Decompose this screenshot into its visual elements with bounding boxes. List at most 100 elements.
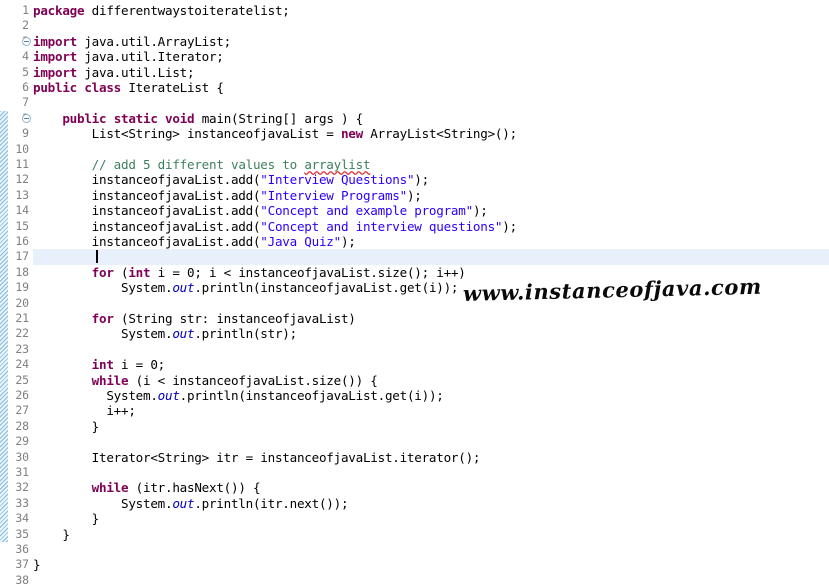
line-number: 15 [15,218,29,233]
line-number: 36 [15,542,29,556]
line-number: 29 [15,434,29,449]
java-keyword: while [91,480,129,496]
code-line[interactable]: while (i < instanceofjavaList.size()) { [33,373,829,388]
code-line[interactable] [33,342,829,357]
java-keyword: class [84,80,122,95]
line-number: 17 [15,249,29,264]
string-literal: "Concept and example program" [260,203,473,219]
code-line[interactable] [33,465,829,480]
java-keyword: public [62,110,107,126]
code-line[interactable] [33,142,829,157]
code-line[interactable]: import java.util.ArrayList; [33,34,829,49]
code-token: i = 0; [113,357,165,373]
line-number: 10 [15,141,29,156]
code-line[interactable]: public static void main(String[] args ) … [33,111,829,126]
code-line[interactable]: for (String str: instanceofjavaList) [33,311,829,326]
code-token: ); [414,172,429,188]
code-line[interactable]: instanceofjavaList.add("Java Quiz"); [33,234,829,249]
line-number: 2 [22,18,29,33]
code-line[interactable]: int i = 0; [33,357,829,372]
code-line[interactable]: List<String> instanceofjavaList = new Ar… [33,126,829,141]
code-line[interactable]: System.out.println(str); [33,326,829,341]
fold-collapse-icon[interactable] [22,113,31,123]
misspelled-word: arraylist [304,157,371,172]
string-literal: "Interview Programs" [260,187,407,203]
code-line[interactable] [33,249,829,264]
code-line[interactable]: } [33,511,829,526]
java-keyword: import [33,33,77,49]
code-line[interactable]: i++; [33,403,829,418]
java-keyword: for [91,311,114,326]
java-keyword: import [33,49,77,65]
code-token: System. [33,495,173,511]
line-number: 19 [15,280,29,295]
line-number: 5 [22,64,29,79]
code-line[interactable]: public class IterateList { [33,80,829,95]
string-literal: "Concept and interview questions" [260,218,503,234]
code-line[interactable]: System.out.println(instanceofjavaList.ge… [33,388,829,403]
line-number: 27 [15,403,29,418]
code-token: main(String[] args ) { [194,110,364,126]
code-line[interactable]: instanceofjavaList.add("Concept and exam… [33,203,829,218]
line-number: 4 [22,49,29,64]
static-field: out [157,388,180,403]
code-line[interactable] [33,542,829,557]
code-token: instanceofjavaList.add( [33,203,261,219]
editor-gutter[interactable]: 1234567891011121314151617181920212223242… [0,0,33,587]
line-number: 30 [15,449,29,464]
code-token: differentwaystoiteratelist; [84,3,290,18]
code-line[interactable]: } [33,557,829,572]
line-number: 35 [15,526,29,541]
code-line[interactable]: package differentwaystoiteratelist; [33,3,829,18]
code-line[interactable]: // add 5 different values to arraylist [33,157,829,172]
code-token: IterateList { [121,80,224,95]
string-literal: "Java Quiz" [260,234,341,249]
code-line[interactable]: instanceofjavaList.add("Concept and inte… [33,219,829,234]
code-line[interactable]: instanceofjavaList.add("Interview Progra… [33,188,829,203]
code-line[interactable]: import java.util.List; [33,65,829,80]
code-token: instanceofjavaList.add( [33,234,261,249]
static-field: out [172,280,195,296]
line-number: 7 [22,95,29,110]
code-line[interactable]: } [33,527,829,542]
code-token: i = 0; i < instanceofjavaList.size(); i+… [150,264,466,280]
code-token: ); [502,218,517,234]
code-line[interactable]: while (itr.hasNext()) { [33,480,829,495]
code-line[interactable]: instanceofjavaList.add("Interview Questi… [33,172,829,187]
code-line[interactable] [33,434,829,449]
code-line[interactable]: System.out.println(itr.next()); [33,496,829,511]
line-number: 12 [15,172,29,187]
code-line[interactable]: import java.util.Iterator; [33,49,829,64]
line-number: 13 [15,187,29,202]
code-line[interactable] [33,95,829,110]
java-keyword: int [128,264,151,280]
code-line[interactable]: Iterator<String> itr = instanceofjavaLis… [33,450,829,465]
line-number: 9 [22,126,29,141]
code-token: instanceofjavaList.add( [33,218,261,234]
java-keyword: public [33,80,77,95]
code-token: } [33,526,70,542]
code-line[interactable] [33,573,829,588]
code-line[interactable]: } [33,419,829,434]
code-editor[interactable]: 1234567891011121314151617181920212223242… [0,0,829,587]
code-line[interactable] [33,18,829,33]
code-token: ( [113,264,129,280]
code-token: java.util.List; [77,64,195,80]
line-number: 26 [15,388,29,402]
code-token: .println(instanceofjavaList.get(i)); [179,388,444,403]
line-number: 33 [15,495,29,510]
line-number: 34 [15,511,29,526]
line-number: 31 [15,465,29,479]
code-token: (itr.hasNext()) { [128,480,261,496]
fold-collapse-icon[interactable] [22,36,31,46]
code-token: java.util.ArrayList; [77,33,231,49]
code-token: (i < instanceofjavaList.size()) { [128,372,378,388]
static-field: out [172,495,195,511]
java-keyword: new [340,126,363,142]
text-caret [96,250,98,264]
line-number: 14 [15,203,29,218]
java-keyword: import [33,64,77,80]
